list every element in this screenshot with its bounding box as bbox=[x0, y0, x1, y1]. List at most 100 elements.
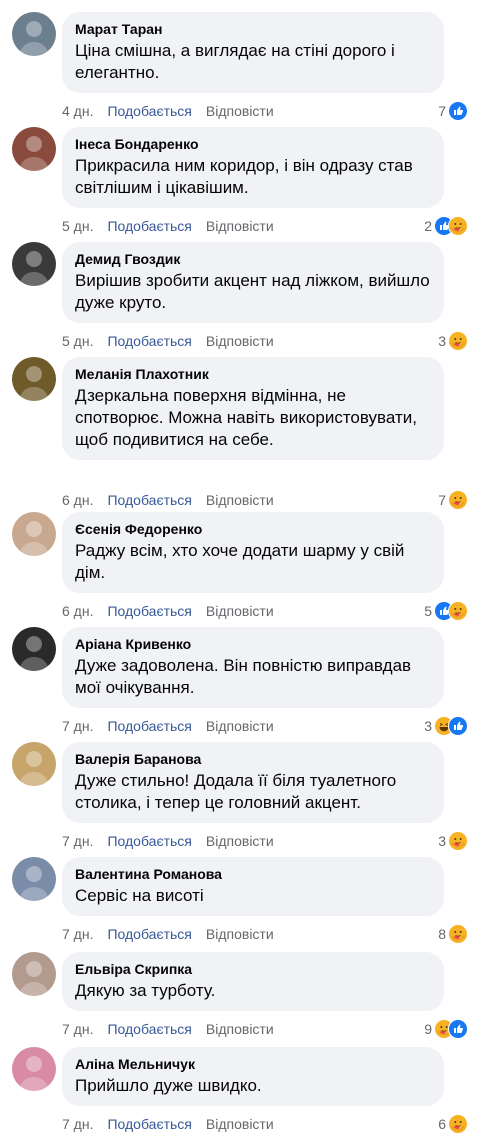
comment-timestamp[interactable]: 7 дн. bbox=[62, 1019, 93, 1039]
comment-text: Раджу всім, хто хоче додати шарму у свій… bbox=[75, 541, 405, 582]
comment-actions: 5 дн. Подобається Відповісти bbox=[62, 331, 274, 351]
comment-text: Дякую за турботу. bbox=[75, 981, 216, 1000]
avatar[interactable] bbox=[12, 627, 56, 671]
reply-link[interactable]: Відповісти bbox=[206, 101, 274, 121]
reaction-count: 3 bbox=[438, 833, 446, 849]
reaction-count: 2 bbox=[424, 218, 432, 234]
comment-text: Прикрасила ним коридор, і він одразу ста… bbox=[75, 156, 413, 197]
comment-feed: Марат Таран Ціна смішна, а виглядає на ст… bbox=[0, 0, 480, 1139]
reaction-count: 7 bbox=[438, 492, 446, 508]
comment-author[interactable]: Демид Гвоздик bbox=[75, 250, 431, 268]
comment-actions: 5 дн. Подобається Відповісти bbox=[62, 216, 274, 236]
like-link[interactable]: Подобається bbox=[107, 331, 191, 351]
like-link[interactable]: Подобається bbox=[107, 1114, 191, 1134]
reaction-count: 8 bbox=[438, 926, 446, 942]
comment-bubble: Демид Гвоздик Вирішив зробити акцент над … bbox=[62, 242, 444, 323]
comment-author[interactable]: Валерія Баранова bbox=[75, 750, 431, 768]
comment-timestamp[interactable]: 7 дн. bbox=[62, 716, 93, 736]
comment-timestamp[interactable]: 6 дн. bbox=[62, 490, 93, 510]
care-icon bbox=[448, 216, 468, 236]
reaction-count: 9 bbox=[424, 1021, 432, 1037]
avatar[interactable] bbox=[12, 12, 56, 56]
avatar[interactable] bbox=[12, 357, 56, 401]
comment-timestamp[interactable]: 4 дн. bbox=[62, 101, 93, 121]
reply-link[interactable]: Відповісти bbox=[206, 601, 274, 621]
comment-actions: 7 дн. Подобається Відповісти bbox=[62, 924, 274, 944]
reaction-summary[interactable]: 5 bbox=[424, 601, 468, 621]
like-icon bbox=[448, 716, 468, 736]
reply-link[interactable]: Відповісти bbox=[206, 1114, 274, 1134]
reaction-summary[interactable]: 3 bbox=[438, 831, 468, 851]
reply-link[interactable]: Відповісти bbox=[206, 716, 274, 736]
reaction-count: 7 bbox=[438, 103, 446, 119]
comment-timestamp[interactable]: 6 дн. bbox=[62, 601, 93, 621]
comment-timestamp[interactable]: 5 дн. bbox=[62, 216, 93, 236]
comment-bubble: Аріана Кривенко Дуже задоволена. Він повн… bbox=[62, 627, 444, 708]
like-link[interactable]: Подобається bbox=[107, 216, 191, 236]
comment-text: Прийшло дуже швидко. bbox=[75, 1076, 262, 1095]
reaction-count: 3 bbox=[424, 718, 432, 734]
comment-author[interactable]: Марат Таран bbox=[75, 20, 431, 38]
comment-actions: 4 дн. Подобається Відповісти bbox=[62, 101, 274, 121]
reply-link[interactable]: Відповісти bbox=[206, 1019, 274, 1039]
care-icon bbox=[448, 831, 468, 851]
comment-bubble: Інеса Бондаренко Прикрасила ним коридор, … bbox=[62, 127, 444, 208]
comment-author[interactable]: Меланія Плахотник bbox=[75, 365, 431, 383]
like-link[interactable]: Подобається bbox=[107, 716, 191, 736]
reply-link[interactable]: Відповісти bbox=[206, 924, 274, 944]
like-link[interactable]: Подобається bbox=[107, 924, 191, 944]
reply-link[interactable]: Відповісти bbox=[206, 831, 274, 851]
care-icon bbox=[448, 1114, 468, 1134]
avatar[interactable] bbox=[12, 742, 56, 786]
comment-timestamp[interactable]: 7 дн. bbox=[62, 1114, 93, 1134]
reaction-summary[interactable]: 3 bbox=[438, 331, 468, 351]
like-link[interactable]: Подобається bbox=[107, 101, 191, 121]
care-icon bbox=[448, 601, 468, 621]
reaction-summary[interactable]: 2 bbox=[424, 216, 468, 236]
reaction-summary[interactable]: 8 bbox=[438, 924, 468, 944]
reply-link[interactable]: Відповісти bbox=[206, 490, 274, 510]
comment-author[interactable]: Інеса Бондаренко bbox=[75, 135, 431, 153]
comment-text: Ціна смішна, а виглядає на стіні дорого … bbox=[75, 41, 395, 82]
avatar[interactable] bbox=[12, 127, 56, 171]
avatar[interactable] bbox=[12, 1047, 56, 1091]
comment-text: Дуже стильно! Додала її біля туалетного … bbox=[75, 771, 397, 812]
reply-link[interactable]: Відповісти bbox=[206, 331, 274, 351]
comment-bubble: Єсенія Федоренко Раджу всім, хто хоче дод… bbox=[62, 512, 444, 593]
comment-bubble: Валерія Баранова Дуже стильно! Додала її … bbox=[62, 742, 444, 823]
comment-actions: 7 дн. Подобається Відповісти bbox=[62, 831, 274, 851]
like-link[interactable]: Подобається bbox=[107, 601, 191, 621]
avatar[interactable] bbox=[12, 242, 56, 286]
comment-author[interactable]: Єсенія Федоренко bbox=[75, 520, 431, 538]
care-icon bbox=[448, 924, 468, 944]
avatar[interactable] bbox=[12, 952, 56, 996]
comment-author[interactable]: Аліна Мельничук bbox=[75, 1055, 431, 1073]
comment-text: Сервіс на висоті bbox=[75, 886, 204, 905]
like-link[interactable]: Подобається bbox=[107, 831, 191, 851]
comment-timestamp[interactable]: 7 дн. bbox=[62, 924, 93, 944]
like-icon bbox=[448, 1019, 468, 1039]
reaction-summary[interactable]: 6 bbox=[438, 1114, 468, 1134]
comment-timestamp[interactable]: 7 дн. bbox=[62, 831, 93, 851]
like-link[interactable]: Подобається bbox=[107, 490, 191, 510]
reaction-summary[interactable]: 7 bbox=[438, 101, 468, 121]
comment-author[interactable]: Ельвіра Скрипка bbox=[75, 960, 431, 978]
comment-timestamp[interactable]: 5 дн. bbox=[62, 331, 93, 351]
avatar[interactable] bbox=[12, 857, 56, 901]
comment-text: Вирішив зробити акцент над ліжком, вийшл… bbox=[75, 271, 430, 312]
comment-author[interactable]: Аріана Кривенко bbox=[75, 635, 431, 653]
like-icon bbox=[448, 101, 468, 121]
comment-bubble: Ельвіра Скрипка Дякую за турботу. bbox=[62, 952, 444, 1011]
comment-author[interactable]: Валентина Романова bbox=[75, 865, 431, 883]
reaction-summary[interactable]: 3 bbox=[424, 716, 468, 736]
comment-actions: 7 дн. Подобається Відповісти bbox=[62, 1114, 274, 1134]
comment-actions: 6 дн. Подобається Відповісти bbox=[62, 490, 274, 510]
reaction-summary[interactable]: 9 bbox=[424, 1019, 468, 1039]
comment-actions: 7 дн. Подобається Відповісти bbox=[62, 716, 274, 736]
reply-link[interactable]: Відповісти bbox=[206, 216, 274, 236]
avatar[interactable] bbox=[12, 512, 56, 556]
reaction-summary[interactable]: 7 bbox=[438, 490, 468, 510]
reaction-count: 6 bbox=[438, 1116, 446, 1132]
comment-actions: 7 дн. Подобається Відповісти bbox=[62, 1019, 274, 1039]
like-link[interactable]: Подобається bbox=[107, 1019, 191, 1039]
